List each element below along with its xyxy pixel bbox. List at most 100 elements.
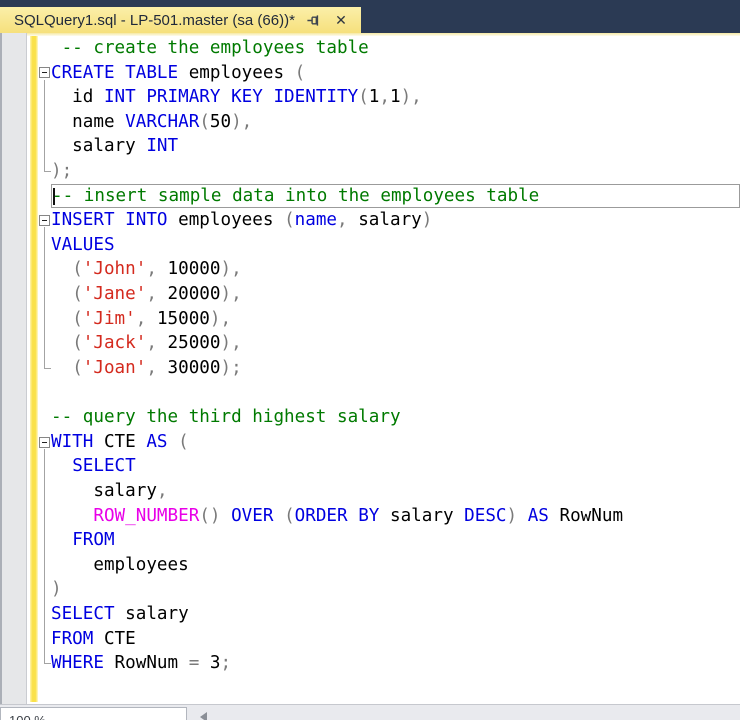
- code-line-content[interactable]: [51, 381, 740, 406]
- pin-icon[interactable]: [306, 12, 322, 28]
- ssms-query-editor-window: SQLQuery1.sql - LP-501.master (sa (66))*…: [0, 0, 740, 720]
- fold-margin: [38, 356, 51, 381]
- code-line-content[interactable]: salary INT: [51, 134, 740, 159]
- code-line-content[interactable]: SELECT: [51, 454, 740, 479]
- code-line-content[interactable]: -- query the third highest salary: [51, 405, 740, 430]
- fold-margin: [38, 233, 51, 258]
- code-line-content[interactable]: WHERE RowNum = 3;: [51, 651, 740, 676]
- code-line-content[interactable]: -- insert sample data into the employees…: [51, 183, 740, 209]
- code-line[interactable]: ('Jane', 20000),: [38, 282, 740, 307]
- fold-collapse-toggle[interactable]: [39, 67, 50, 79]
- editor-bottom-bar: 100 %: [0, 704, 740, 720]
- code-editor[interactable]: -- create the employees table CREATE TABL…: [38, 36, 740, 704]
- document-tab-bar: SQLQuery1.sql - LP-501.master (sa (66))*…: [0, 0, 740, 33]
- code-line-content[interactable]: CREATE TABLE employees (: [51, 61, 740, 86]
- code-line[interactable]: SELECT salary: [38, 602, 740, 627]
- code-line[interactable]: );: [38, 159, 740, 184]
- code-line[interactable]: WHERE RowNum = 3;: [38, 651, 740, 676]
- fold-margin: [38, 454, 51, 479]
- code-text: ('Jane', 20000),: [72, 284, 242, 305]
- breakpoint-gutter[interactable]: [2, 33, 27, 720]
- code-text: -- create the employees table: [51, 38, 369, 58]
- fold-margin: [38, 627, 51, 652]
- code-line-content[interactable]: VALUES: [51, 233, 740, 258]
- code-line[interactable]: VALUES: [38, 233, 740, 258]
- code-text: employees: [51, 554, 189, 575]
- fold-margin: [38, 602, 51, 627]
- code-line-content[interactable]: ('Jane', 20000),: [51, 282, 740, 307]
- fold-margin: [38, 159, 51, 184]
- code-line[interactable]: ('John', 10000),: [38, 257, 740, 282]
- zoom-level-value: 100 %: [9, 713, 46, 720]
- code-text: FROM: [72, 530, 115, 551]
- code-line[interactable]: -- insert sample data into the employees…: [38, 183, 740, 209]
- code-text: SELECT salary: [51, 604, 189, 625]
- fold-margin: [38, 61, 51, 86]
- code-line-content[interactable]: ROW_NUMBER() OVER (ORDER BY salary DESC)…: [51, 504, 740, 529]
- code-line-content[interactable]: );: [51, 159, 740, 184]
- code-line-content[interactable]: WITH CTE AS (: [51, 430, 740, 455]
- fold-margin: [38, 257, 51, 282]
- code-line-content[interactable]: INSERT INTO employees (name, salary): [51, 208, 740, 233]
- code-text: SELECT: [72, 456, 136, 477]
- code-line-content[interactable]: id INT PRIMARY KEY IDENTITY(1,1),: [51, 85, 740, 110]
- code-line[interactable]: WITH CTE AS (: [38, 430, 740, 455]
- fold-margin: [38, 208, 51, 233]
- code-line-content[interactable]: -- create the employees table: [51, 36, 740, 61]
- code-line[interactable]: ('Jack', 25000),: [38, 331, 740, 356]
- code-line-content[interactable]: SELECT salary: [51, 602, 740, 627]
- code-line[interactable]: CREATE TABLE employees (: [38, 61, 740, 86]
- code-line[interactable]: id INT PRIMARY KEY IDENTITY(1,1),: [38, 85, 740, 110]
- code-line-content[interactable]: ('Jack', 25000),: [51, 331, 740, 356]
- code-line[interactable]: ): [38, 577, 740, 602]
- fold-margin: [38, 405, 51, 430]
- code-line-content[interactable]: ('Jim', 15000),: [51, 307, 740, 332]
- code-text: salary,: [51, 480, 168, 501]
- document-tab[interactable]: SQLQuery1.sql - LP-501.master (sa (66))*…: [0, 7, 361, 33]
- change-tracking-bar: [30, 36, 38, 702]
- code-line[interactable]: FROM: [38, 528, 740, 553]
- code-line-content[interactable]: name VARCHAR(50),: [51, 110, 740, 135]
- code-line[interactable]: employees: [38, 553, 740, 578]
- code-line[interactable]: INSERT INTO employees (name, salary): [38, 208, 740, 233]
- text-caret: [53, 187, 55, 205]
- code-line-content[interactable]: ): [51, 577, 740, 602]
- fold-collapse-toggle[interactable]: [39, 215, 50, 227]
- code-line-content[interactable]: FROM: [51, 528, 740, 553]
- fold-collapse-toggle[interactable]: [39, 436, 50, 448]
- code-text: WHERE RowNum = 3;: [51, 653, 232, 674]
- code-line[interactable]: name VARCHAR(50),: [38, 110, 740, 135]
- code-text: -- insert sample data into the employees…: [52, 185, 540, 206]
- fold-margin: [38, 282, 51, 307]
- code-line[interactable]: FROM CTE: [38, 627, 740, 652]
- fold-margin: [38, 36, 51, 61]
- code-text: ('John', 10000),: [72, 259, 242, 280]
- code-line-content[interactable]: FROM CTE: [51, 627, 740, 652]
- code-line-content[interactable]: ('John', 10000),: [51, 257, 740, 282]
- code-line-content[interactable]: ('Joan', 30000);: [51, 356, 740, 381]
- tab-title: SQLQuery1.sql - LP-501.master (sa (66))*: [14, 11, 295, 29]
- code-line-content[interactable]: employees: [51, 553, 740, 578]
- code-line[interactable]: ('Joan', 30000);: [38, 356, 740, 381]
- code-line[interactable]: ('Jim', 15000),: [38, 307, 740, 332]
- code-text: ('Jack', 25000),: [72, 333, 242, 354]
- scroll-left-arrow-icon[interactable]: [200, 712, 207, 720]
- code-line[interactable]: -- create the employees table: [38, 36, 740, 61]
- code-line[interactable]: ROW_NUMBER() OVER (ORDER BY salary DESC)…: [38, 504, 740, 529]
- code-line[interactable]: salary INT: [38, 134, 740, 159]
- code-line[interactable]: SELECT: [38, 454, 740, 479]
- code-line[interactable]: -- query the third highest salary: [38, 405, 740, 430]
- code-text: ): [51, 579, 62, 600]
- fold-margin: [38, 307, 51, 332]
- code-text: );: [51, 161, 73, 182]
- code-line-content[interactable]: salary,: [51, 479, 740, 504]
- fold-margin: [38, 134, 51, 159]
- close-icon[interactable]: ✕: [333, 12, 349, 28]
- code-text: salary INT: [51, 136, 179, 157]
- code-line[interactable]: salary,: [38, 479, 740, 504]
- fold-margin: [38, 504, 51, 529]
- fold-margin: [38, 110, 51, 135]
- code-line[interactable]: [38, 381, 740, 406]
- code-text: WITH CTE AS (: [51, 431, 189, 452]
- zoom-level-select[interactable]: 100 %: [0, 707, 187, 720]
